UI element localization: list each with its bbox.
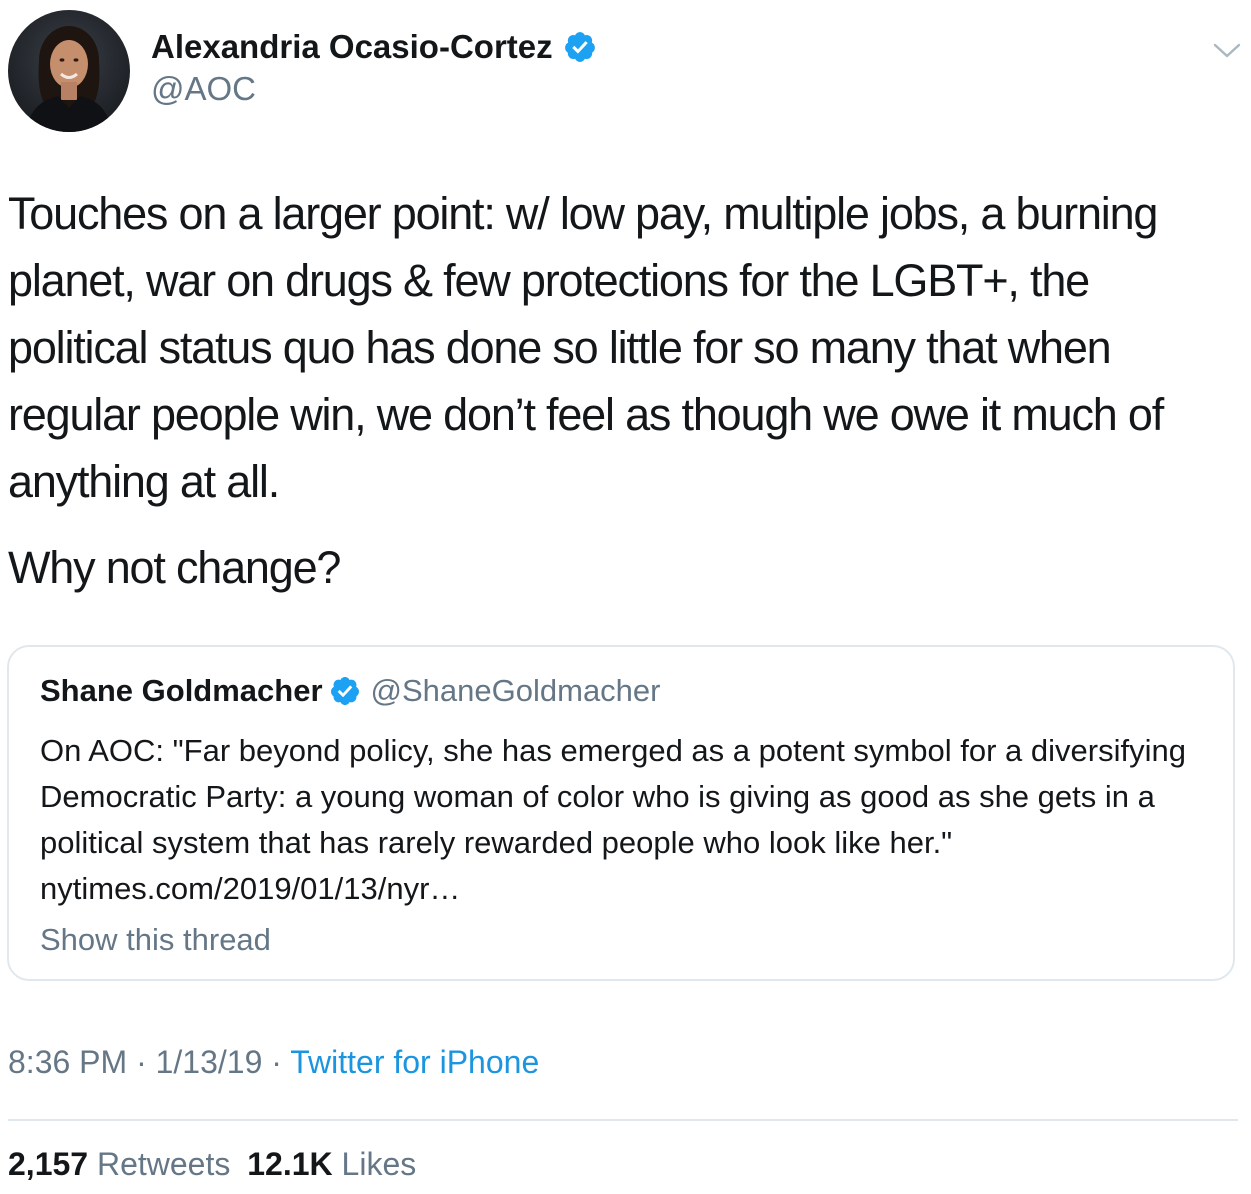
likes-stat[interactable]: 12.1K Likes — [247, 1146, 416, 1182]
likes-count: 12.1K — [247, 1146, 333, 1182]
quoted-author-handle: @ShaneGoldmacher — [370, 673, 661, 708]
quoted-tweet-card[interactable]: Shane Goldmacher @ShaneGoldmacher On AOC… — [7, 645, 1235, 981]
retweets-count: 2,157 — [8, 1146, 89, 1182]
author-avatar[interactable] — [8, 10, 130, 132]
retweets-stat[interactable]: 2,157 Retweets — [8, 1146, 239, 1182]
profile-photo — [8, 10, 130, 132]
tweet-source-link[interactable]: Twitter for iPhone — [290, 1044, 539, 1080]
author-display-name: Alexandria Ocasio-Cortez — [151, 28, 553, 65]
tweet-date[interactable]: 1/13/19 — [156, 1044, 263, 1080]
quoted-tweet-header: Shane Goldmacher @ShaneGoldmacher — [40, 671, 661, 711]
divider — [8, 1119, 1238, 1121]
quoted-author-name: Shane Goldmacher — [40, 673, 323, 708]
meta-separator: · — [271, 1044, 282, 1080]
tweet-stats: 2,157 Retweets 12.1K Likes — [8, 1144, 416, 1184]
tweet-time[interactable]: 8:36 PM — [8, 1044, 127, 1080]
show-thread-link[interactable]: Show this thread — [40, 920, 271, 960]
retweets-label: Retweets — [96, 1146, 231, 1182]
tweet-body: Touches on a larger point: w/ low pay, m… — [8, 180, 1238, 601]
quoted-tweet-text: On AOC: "Far beyond policy, she has emer… — [40, 733, 1186, 906]
tweet-paragraph: Why not change? — [8, 542, 341, 593]
verified-badge-icon — [563, 30, 597, 64]
meta-separator: · — [136, 1044, 147, 1080]
chevron-down-icon[interactable] — [1212, 40, 1242, 62]
likes-label: Likes — [341, 1146, 417, 1182]
author-handle[interactable]: @AOC — [151, 69, 256, 109]
tweet-paragraph: Touches on a larger point: w/ low pay, m… — [8, 188, 1164, 507]
tweet-meta: 8:36 PM · 1/13/19 · Twitter for iPhone — [8, 1042, 539, 1082]
verified-badge-icon — [329, 675, 361, 707]
author-name-row[interactable]: Alexandria Ocasio-Cortez — [151, 27, 597, 67]
